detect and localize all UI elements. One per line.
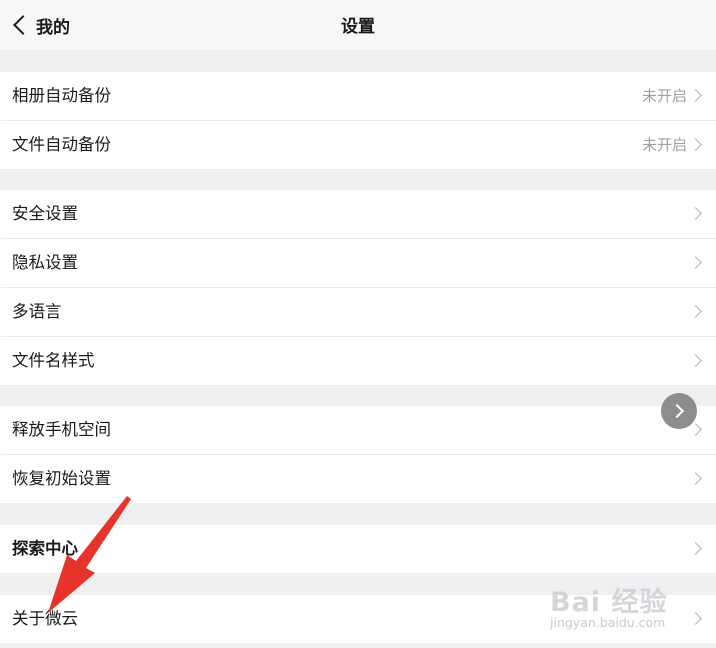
settings-row-filename-style[interactable]: 文件名样式 <box>0 337 716 385</box>
settings-row-free-space[interactable]: 释放手机空间 <box>0 406 716 454</box>
row-status: 未开启 <box>641 136 687 154</box>
row-label: 关于微云 <box>12 609 78 628</box>
settings-row-reset[interactable]: 恢复初始设置 <box>0 455 716 503</box>
chevron-right-icon <box>689 138 702 151</box>
floating-chevron-icon <box>669 403 685 419</box>
page-title: 设置 <box>341 17 375 37</box>
chevron-right-icon <box>689 207 702 220</box>
chevron-right-icon <box>689 256 702 269</box>
settings-row-privacy[interactable]: 隐私设置 <box>0 239 716 287</box>
row-label: 相册自动备份 <box>12 86 111 105</box>
chevron-right-icon <box>689 89 702 102</box>
settings-row-album-backup[interactable]: 相册自动备份 未开启 <box>0 72 716 120</box>
chevron-right-icon <box>689 354 702 367</box>
row-label: 恢复初始设置 <box>12 469 111 488</box>
nav-bar: 我的 设置 <box>0 0 716 50</box>
floating-assistive-button[interactable] <box>661 393 697 429</box>
settings-row-language[interactable]: 多语言 <box>0 288 716 336</box>
row-status: 未开启 <box>641 87 687 105</box>
settings-row-security[interactable]: 安全设置 <box>0 190 716 238</box>
chevron-right-icon <box>689 612 702 625</box>
row-label: 释放手机空间 <box>12 420 111 439</box>
chevron-right-icon <box>689 542 702 555</box>
chevron-right-icon <box>689 305 702 318</box>
row-label: 安全设置 <box>12 204 78 223</box>
settings-row-explore-center[interactable]: 探索中心 <box>0 525 716 573</box>
settings-row-file-backup[interactable]: 文件自动备份 未开启 <box>0 121 716 169</box>
row-label: 文件自动备份 <box>12 135 111 154</box>
chevron-right-icon <box>689 472 702 485</box>
row-label: 探索中心 <box>12 539 78 558</box>
row-label: 隐私设置 <box>12 253 78 272</box>
chevron-right-icon <box>689 423 702 436</box>
row-label: 文件名样式 <box>12 351 95 370</box>
settings-row-about[interactable]: 关于微云 <box>0 595 716 643</box>
row-label: 多语言 <box>12 302 62 321</box>
